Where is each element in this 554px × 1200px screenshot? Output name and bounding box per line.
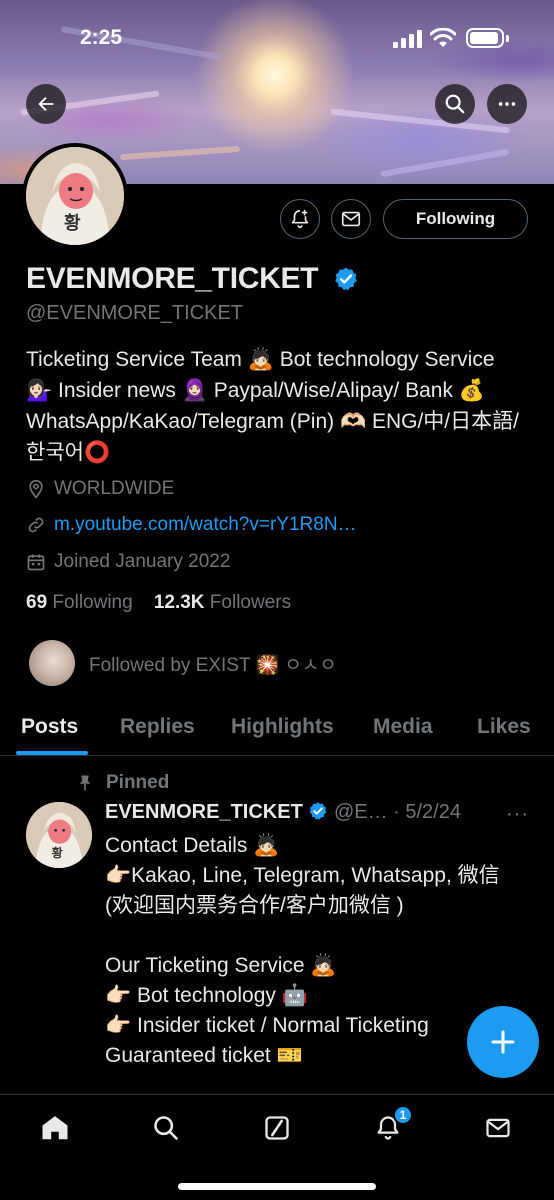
svg-text:황: 황 xyxy=(52,845,63,860)
search-icon xyxy=(154,1116,178,1140)
post-text[interactable]: Contact Details 🙇🏻 👉🏻Kakao, Line, Telegr… xyxy=(105,831,525,1071)
post-author-avatar[interactable]: 황 xyxy=(26,802,92,868)
following-stat[interactable]: 69 Following xyxy=(26,592,133,613)
tab-replies[interactable]: Replies xyxy=(120,715,195,739)
post-header: EVENMORE_TICKET @E… · 5/2/24 xyxy=(105,801,461,824)
active-tab-indicator xyxy=(16,751,88,755)
tab-likes[interactable]: Likes xyxy=(477,715,531,739)
notifications-badge: 1 xyxy=(393,1105,413,1125)
profile-tabs: Posts Replies Highlights Media Likes xyxy=(0,700,554,756)
notifications-subscribe-button[interactable] xyxy=(280,199,320,239)
verified-badge-icon[interactable] xyxy=(333,266,359,292)
status-bar: 2:25 xyxy=(0,24,554,54)
plus-icon xyxy=(491,1030,515,1054)
link-row[interactable]: m.youtube.com/watch?v=rY1R8N… xyxy=(26,512,357,538)
avatar-image: 황 xyxy=(26,802,92,868)
profile-avatar[interactable]: 황 xyxy=(22,143,128,249)
verified-badge-icon xyxy=(310,802,327,820)
calendar-icon xyxy=(27,554,45,571)
tab-highlights[interactable]: Highlights xyxy=(231,715,334,739)
nav-messages[interactable] xyxy=(481,1111,515,1145)
home-indicator[interactable] xyxy=(178,1183,376,1190)
back-button[interactable] xyxy=(26,84,66,124)
more-icon xyxy=(498,102,516,106)
follow-stats: 69 Following 12.3K Followers xyxy=(26,592,291,614)
more-button[interactable] xyxy=(487,84,527,124)
message-icon xyxy=(341,211,361,227)
profile-handle: @EVENMORE_TICKET xyxy=(26,302,244,324)
search-button[interactable] xyxy=(435,84,475,124)
joined-text: Joined January 2022 xyxy=(54,551,231,572)
battery-icon xyxy=(466,28,504,48)
link-icon xyxy=(28,517,44,533)
post-handle-date: @E… · 5/2/24 xyxy=(333,801,461,823)
profile-link[interactable]: m.youtube.com/watch?v=rY1R8N… xyxy=(54,514,357,536)
location-text: WORLDWIDE xyxy=(54,478,175,499)
nav-search[interactable] xyxy=(149,1111,183,1145)
pinned-label: Pinned xyxy=(106,772,170,793)
followed-by-text[interactable]: Followed by EXIST 🎇 ㅇㅅㅇ xyxy=(89,650,337,677)
post-author-name[interactable]: EVENMORE_TICKET xyxy=(105,801,303,823)
notification-bell-plus-icon xyxy=(291,209,309,229)
wifi-icon xyxy=(430,28,456,47)
location-row: WORLDWIDE xyxy=(26,476,174,502)
home-icon xyxy=(42,1116,68,1140)
cellular-signal-icon xyxy=(393,30,422,48)
search-icon xyxy=(445,94,465,114)
back-arrow-icon xyxy=(38,96,54,112)
profile-bio: Ticketing Service Team 🙇🏻 Bot technology… xyxy=(26,348,519,464)
tab-media[interactable]: Media xyxy=(373,715,433,739)
joined-row: Joined January 2022 xyxy=(26,549,230,575)
tab-posts[interactable]: Posts xyxy=(21,715,78,739)
followers-stat[interactable]: 12.3K Followers xyxy=(154,592,291,613)
pin-icon xyxy=(79,775,91,791)
compose-post-button[interactable] xyxy=(467,1006,539,1078)
svg-text:황: 황 xyxy=(64,213,81,234)
pinned-label-row: Pinned xyxy=(76,772,169,794)
location-icon xyxy=(29,479,43,499)
nav-home[interactable] xyxy=(38,1111,72,1145)
follower-avatar[interactable] xyxy=(29,640,75,686)
following-button[interactable]: Following xyxy=(383,199,528,239)
post-more-button[interactable]: ··· xyxy=(506,803,529,826)
nav-grok[interactable] xyxy=(260,1111,294,1145)
profile-name: EVENMORE_TICKET xyxy=(26,262,319,295)
message-button[interactable] xyxy=(331,199,371,239)
mail-icon xyxy=(486,1118,510,1138)
compose-slash-icon xyxy=(265,1116,289,1140)
avatar-image: 황 xyxy=(26,147,124,245)
status-time: 2:25 xyxy=(80,26,123,49)
